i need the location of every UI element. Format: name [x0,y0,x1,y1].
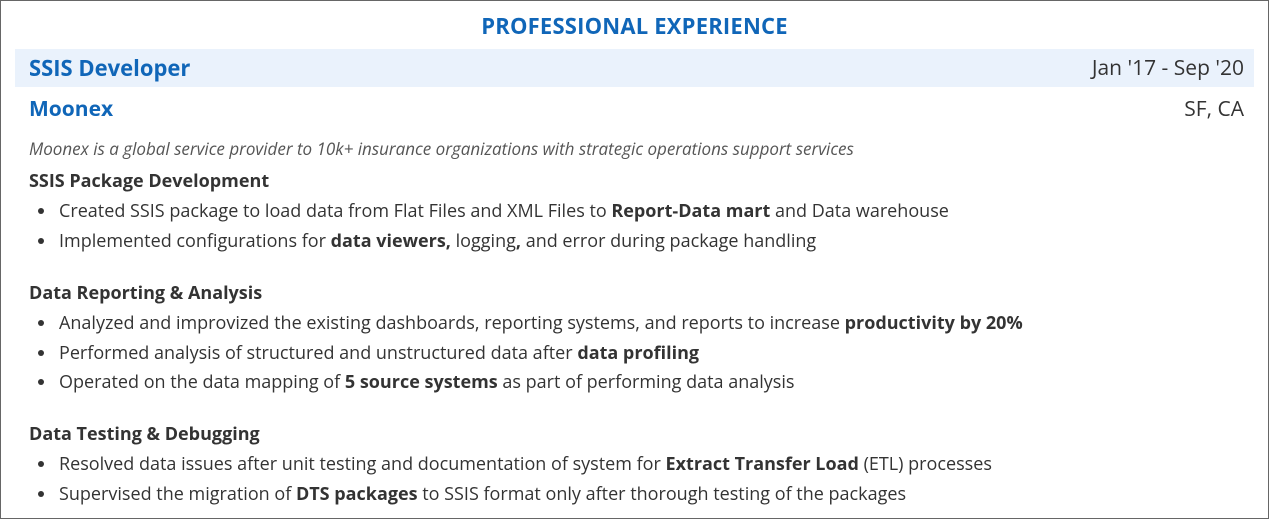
bold-text: Report-Data mart [611,199,770,223]
list-item: Analyzed and improvized the existing das… [57,310,1244,338]
text: Implemented configurations for [59,229,331,253]
group-heading-data-reporting: Data Reporting & Analysis [29,280,1244,308]
section-title: PROFESSIONAL EXPERIENCE [1,9,1268,43]
role-title: SSIS Developer [29,51,190,85]
bold-text: productivity by 20% [845,311,1023,335]
role-dates: Jan '17 - Sep '20 [1092,52,1244,85]
text: Operated on the data mapping of [59,370,345,394]
role-row: SSIS Developer Jan '17 - Sep '20 [15,49,1254,87]
bold-text: 5 source systems [345,370,498,394]
list-item: Supervised the migration of DTS packages… [57,481,1244,509]
text: and Data warehouse [770,199,949,223]
text: as part of performing data analysis [498,370,795,394]
bullet-list: Resolved data issues after unit testing … [57,451,1244,509]
bold-text: data viewers, [331,229,451,253]
text: Created SSIS package to load data from F… [59,199,611,223]
text: Performed analysis of structured and uns… [59,341,577,365]
list-item: Created SSIS package to load data from F… [57,198,1244,226]
list-item: Implemented configurations for data view… [57,228,1244,256]
text: logging [451,229,516,253]
bold-text: DTS packages [296,482,418,506]
text: Analyzed and improvized the existing das… [59,311,845,335]
text: Resolved data issues after unit testing … [59,452,666,476]
company-name: Moonex [29,93,113,126]
group-heading-data-testing: Data Testing & Debugging [29,421,1244,449]
bullet-list: Analyzed and improvized the existing das… [57,310,1244,398]
text: Supervised the migration of [59,482,296,506]
bullet-list: Created SSIS package to load data from F… [57,198,1244,256]
company-row: Moonex SF, CA [29,93,1244,126]
company-location: SF, CA [1184,93,1244,126]
company-description: Moonex is a global service provider to 1… [29,136,1244,162]
list-item: Resolved data issues after unit testing … [57,451,1244,479]
text: and error during package handling [521,229,816,253]
bold-text: Extract Transfer Load [666,452,859,476]
group-heading-ssis-package-dev: SSIS Package Development [29,168,1244,196]
list-item: Operated on the data mapping of 5 source… [57,369,1244,397]
list-item: Performed analysis of structured and uns… [57,340,1244,368]
text: (ETL) processes [859,452,992,476]
bold-text: data profiling [577,341,699,365]
text: to SSIS format only after thorough testi… [418,482,907,506]
